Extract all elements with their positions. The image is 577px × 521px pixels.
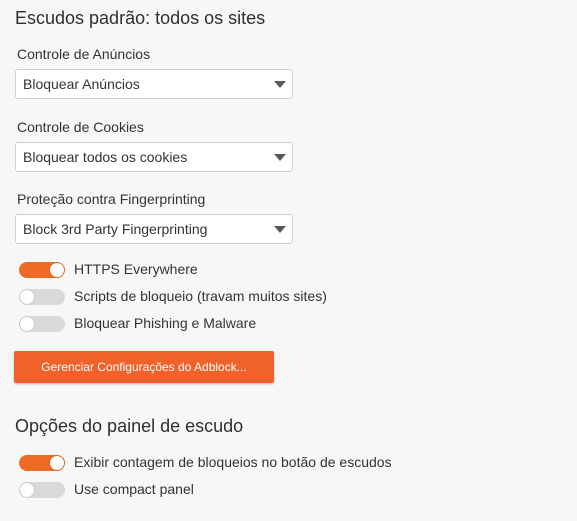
block-scripts-row: Scripts de bloqueio (travam muitos sites… [19,288,519,306]
shields-settings-page: Escudos padrão: todos os sites Controle … [0,0,577,521]
fingerprinting-control-select[interactable]: Block 3rd Party Fingerprinting [15,214,293,244]
toggle-knob [20,290,34,304]
show-block-count-toggle[interactable] [19,455,65,471]
chevron-down-icon [274,226,286,233]
compact-panel-toggle[interactable] [19,482,65,498]
show-block-count-row: Exibir contagem de bloqueios no botão de… [19,454,519,472]
fingerprinting-control-label: Proteção contra Fingerprinting [17,191,206,207]
shields-defaults-title: Escudos padrão: todos os sites [15,8,266,28]
cookies-control-select[interactable]: Bloquear todos os cookies [15,142,293,172]
ads-control-select[interactable]: Bloquear Anúncios [15,69,293,99]
block-scripts-toggle[interactable] [19,289,65,305]
https-everywhere-label: HTTPS Everywhere [74,261,198,277]
chevron-down-icon [274,81,286,88]
block-scripts-label: Scripts de bloqueio (travam muitos sites… [74,288,327,304]
shield-panel-options-title: Opções do painel de escudo [15,416,244,436]
chevron-down-icon [274,154,286,161]
cookies-control-label: Controle de Cookies [17,119,144,135]
phishing-malware-toggle[interactable] [19,316,65,332]
https-everywhere-toggle[interactable] [19,262,65,278]
toggle-knob [50,456,64,470]
manage-adblock-settings-button[interactable]: Gerenciar Configurações do Adblock... [14,351,274,383]
fingerprinting-control-value: Block 3rd Party Fingerprinting [23,221,208,237]
phishing-malware-row: Bloquear Phishing e Malware [19,315,519,333]
phishing-malware-label: Bloquear Phishing e Malware [74,315,257,331]
cookies-control-value: Bloquear todos os cookies [23,149,188,165]
https-everywhere-row: HTTPS Everywhere [19,261,519,279]
ads-control-value: Bloquear Anúncios [23,76,140,92]
toggle-knob [50,263,64,277]
toggle-knob [20,317,34,331]
ads-control-label: Controle de Anúncios [17,46,151,62]
compact-panel-row: Use compact panel [19,481,519,499]
compact-panel-label: Use compact panel [74,481,194,497]
toggle-knob [20,483,34,497]
show-block-count-label: Exibir contagem de bloqueios no botão de… [74,454,392,470]
